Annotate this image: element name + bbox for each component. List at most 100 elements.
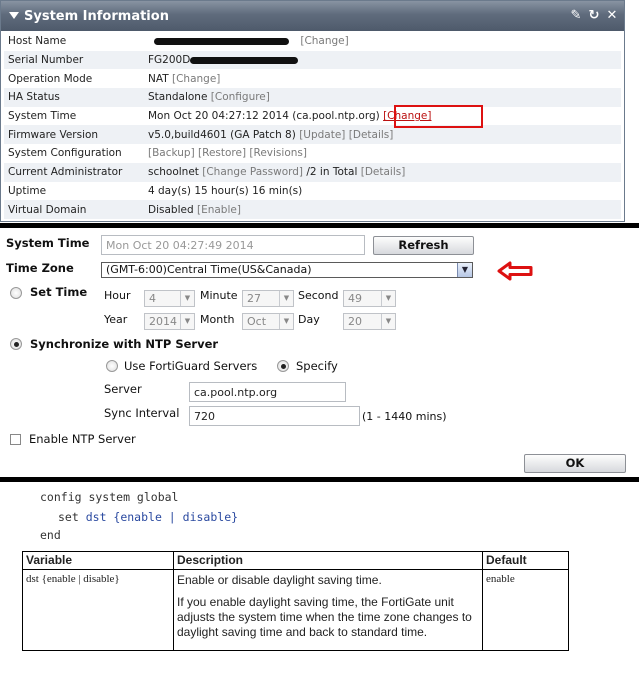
row-host-name: Host Name [Change] (4, 32, 621, 51)
row-key: Firmware Version (4, 125, 144, 145)
second-select: 49 ▼ (343, 290, 396, 307)
system-info-table: Host Name [Change] Serial Number FG200D … (4, 32, 621, 219)
month-select: Oct ▼ (242, 313, 294, 330)
change-password-link[interactable]: [Change Password] (202, 166, 303, 178)
ntp-sync-radio[interactable] (10, 338, 22, 350)
specify-radio[interactable] (277, 360, 289, 372)
column-header: Default (482, 551, 569, 570)
row-virtual-domain: Virtual Domain Disabled [Enable] (4, 200, 621, 219)
chevron-down-icon[interactable]: ▼ (457, 263, 472, 277)
day-select: 20 ▼ (343, 313, 396, 330)
server-label: Server (104, 382, 142, 396)
row-value: 4 day(s) 15 hour(s) 16 min(s) (148, 184, 303, 197)
serial-number-value: FG200D (148, 54, 191, 67)
column-header: Description (173, 551, 483, 570)
description-line: Enable or disable daylight saving time. (177, 573, 382, 587)
close-icon[interactable]: ✕ (605, 8, 619, 23)
default-cell: enable (482, 569, 569, 651)
edit-icon[interactable]: ✎ (569, 8, 583, 23)
row-value: [Backup] [Restore] [Revisions] (144, 144, 621, 163)
row-value: FG200D (144, 50, 621, 70)
ntp-sync-label: Synchronize with NTP Server (30, 337, 219, 351)
row-value: Mon Oct 20 04:27:12 2014 (ca.pool.ntp.or… (144, 107, 621, 126)
row-value: Disabled [Enable] (144, 200, 621, 219)
redacted-serial (190, 56, 299, 64)
set-time-radio[interactable] (10, 287, 22, 299)
description-cell: Enable or disable daylight saving time. … (173, 569, 483, 651)
row-key: Virtual Domain (4, 200, 144, 219)
row-value: NAT [Change] (144, 69, 621, 88)
sync-interval-input[interactable]: 720 (189, 406, 360, 426)
minute-value: 27 (247, 292, 261, 305)
admin-details-link[interactable]: [Details] (361, 166, 406, 178)
code-args: dst {enable | disable} (85, 510, 239, 524)
sync-interval-range: (1 - 1440 mins) (362, 410, 447, 423)
set-time-label: Set Time (30, 285, 88, 299)
row-current-administrator: Current Administrator schoolnet [Change … (4, 162, 621, 182)
second-value: 49 (348, 292, 362, 305)
time-zone-label: Time Zone (6, 261, 74, 275)
fortiguard-radio[interactable] (106, 360, 118, 372)
table-row: dst {enable | disable} Enable or disable… (22, 569, 569, 651)
server-input[interactable]: ca.pool.ntp.org (189, 382, 346, 402)
year-select: 2014 ▼ (144, 313, 195, 330)
year-value: 2014 (149, 315, 177, 328)
hour-value: 4 (149, 292, 156, 305)
day-value: 20 (348, 315, 362, 328)
admin-name-value: schoolnet (148, 166, 199, 179)
column-header: Variable (22, 551, 174, 570)
ha-configure-link[interactable]: [Configure] (211, 91, 270, 103)
chevron-down-icon: ▼ (279, 291, 293, 306)
highlight-box (394, 105, 483, 128)
row-key: Host Name (8, 35, 67, 48)
row-system-time: System Time Mon Oct 20 04:27:12 2014 (ca… (4, 107, 621, 126)
table-header-row: Variable Description Default (22, 551, 569, 570)
firmware-details-link[interactable]: [Details] (349, 129, 394, 141)
system-information-widget: System Information ✎ ↻ ✕ Host Name [Chan… (0, 0, 625, 222)
variable-table: Variable Description Default dst {enable… (22, 551, 569, 651)
widget-titlebar: System Information ✎ ↻ ✕ (1, 1, 624, 31)
refresh-button[interactable]: Refresh (373, 236, 474, 255)
row-key: Current Administrator (4, 162, 144, 182)
widget-title: System Information (24, 9, 169, 24)
row-operation-mode: Operation Mode NAT [Change] (4, 69, 621, 88)
month-label: Month (200, 313, 235, 326)
config-restore-link[interactable]: [Restore] (198, 147, 246, 159)
row-key: Operation Mode (8, 72, 93, 85)
day-label: Day (298, 313, 320, 326)
enable-ntp-checkbox[interactable] (10, 434, 21, 445)
host-name-change-link[interactable]: [Change] (300, 35, 348, 47)
refresh-icon[interactable]: ↻ (587, 8, 601, 23)
chevron-down-icon: ▼ (381, 291, 395, 306)
specify-label: Specify (296, 359, 338, 373)
row-key: System Configuration (8, 147, 122, 160)
config-revisions-link[interactable]: [Revisions] (249, 147, 307, 159)
time-zone-select[interactable]: (GMT-6:00)Central Time(US&Canada) ▼ (101, 262, 473, 278)
row-value: schoolnet [Change Password] /2 in Total … (144, 162, 621, 182)
system-time-label: System Time (6, 236, 90, 250)
admin-count-value: /2 in Total (306, 166, 358, 179)
row-system-configuration: System Configuration [Backup] [Restore] … (4, 144, 621, 163)
ok-button[interactable]: OK (524, 454, 626, 473)
divider (0, 477, 639, 482)
time-zone-value: (GMT-6:00)Central Time(US&Canada) (106, 263, 312, 276)
system-time-value: Mon Oct 20 04:27:12 2014 (ca.pool.ntp.or… (148, 110, 380, 123)
variable-cell: dst {enable | disable} (22, 569, 174, 651)
hour-select: 4 ▼ (144, 290, 195, 307)
virtual-domain-enable-link[interactable]: [Enable] (197, 204, 241, 216)
row-key: Uptime (8, 184, 47, 197)
code-line-config: config system global (40, 490, 179, 504)
minute-label: Minute (200, 289, 238, 302)
config-backup-link[interactable]: [Backup] (148, 147, 195, 159)
row-value: v5.0,build4601 (GA Patch 8) [Update] [De… (144, 125, 621, 145)
firmware-update-link[interactable]: [Update] (299, 129, 345, 141)
row-key: Serial Number (4, 50, 144, 70)
row-value: Standalone [Configure] (144, 88, 621, 107)
enable-ntp-label: Enable NTP Server (29, 432, 136, 446)
time-settings-form: System Time Mon Oct 20 04:27:49 2014 Ref… (0, 229, 639, 476)
collapse-triangle-icon[interactable] (9, 12, 19, 19)
operation-mode-change-link[interactable]: [Change] (172, 73, 220, 85)
row-key: System Time (8, 110, 77, 123)
minute-select: 27 ▼ (242, 290, 294, 307)
year-label: Year (104, 313, 128, 326)
